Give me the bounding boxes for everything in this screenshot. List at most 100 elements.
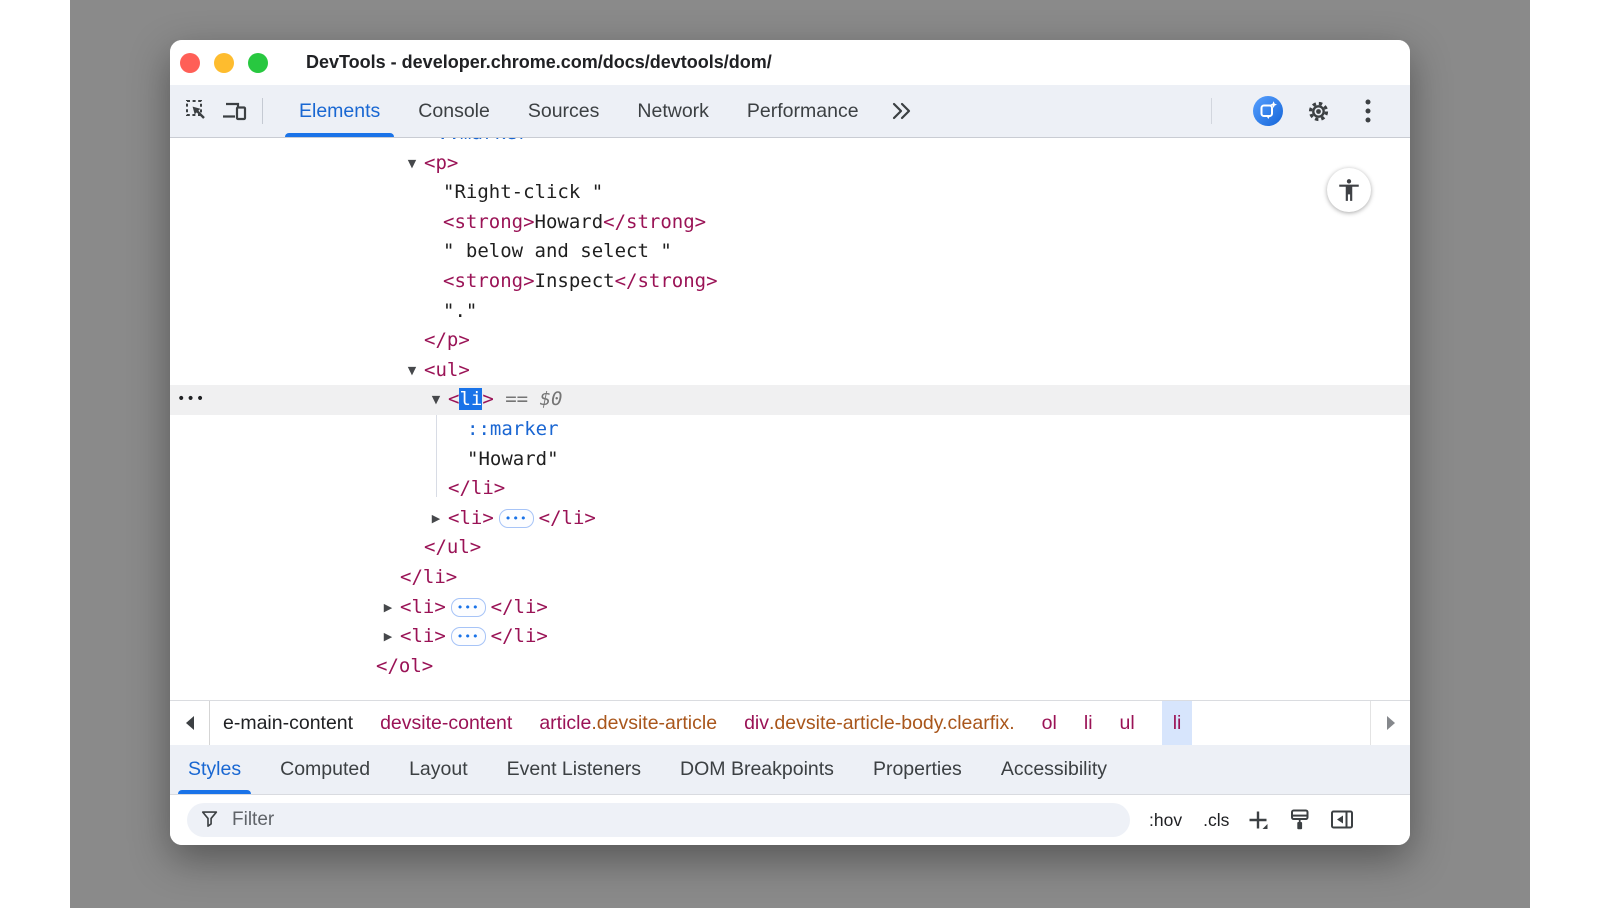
- styles-tab-computed[interactable]: Computed: [280, 745, 370, 794]
- dom-tree-row[interactable]: <strong>Howard</strong>: [170, 208, 1410, 238]
- dom-tree-row[interactable]: </ol>: [170, 652, 1410, 682]
- code-token: </strong>: [615, 270, 718, 292]
- breadcrumb-token: devsite-content: [380, 712, 512, 735]
- dom-tree-row[interactable]: <strong>Inspect</strong>: [170, 267, 1410, 297]
- filter-funnel-icon: [200, 808, 220, 833]
- breadcrumb-item[interactable]: e-main-content: [223, 701, 353, 745]
- toggle-element-classes-button[interactable]: .cls: [1201, 806, 1231, 835]
- row-actions-dots-icon[interactable]: •••: [177, 385, 205, 415]
- code-token: </p>: [424, 329, 470, 351]
- styles-tab-styles[interactable]: Styles: [188, 745, 241, 794]
- styles-tab-layout[interactable]: Layout: [409, 745, 468, 794]
- breadcrumb-item[interactable]: li: [1084, 701, 1093, 745]
- code-token: </li>: [491, 596, 548, 618]
- dom-tree-row[interactable]: "Howard": [170, 445, 1410, 475]
- code-token: $0: [540, 388, 563, 410]
- expand-arrow-right-icon[interactable]: ▶: [378, 593, 398, 623]
- dom-tree-row[interactable]: </li>: [170, 474, 1410, 504]
- dom-tree-row[interactable]: "Right-click ": [170, 178, 1410, 208]
- collapsed-content-icon[interactable]: •••: [499, 509, 534, 528]
- toolbar-right-divider: [1211, 98, 1212, 124]
- expand-arrow-right-icon[interactable]: ▶: [426, 504, 446, 534]
- dock-panel-icon[interactable]: [1327, 805, 1357, 835]
- code-token: </li>: [448, 477, 505, 499]
- styles-tab-accessibility[interactable]: Accessibility: [1001, 745, 1107, 794]
- code-token: "Howard": [467, 448, 559, 470]
- breadcrumb-token: .devsite-article-body.clearfix.: [769, 712, 1015, 735]
- tab-performance[interactable]: Performance: [728, 85, 878, 137]
- code-token: ::marker: [467, 418, 559, 440]
- zoom-button[interactable]: [248, 53, 268, 73]
- expand-arrow-down-icon[interactable]: ▼: [402, 149, 422, 179]
- expand-arrow-right-icon[interactable]: ▶: [378, 622, 398, 652]
- breadcrumb-list: e-main-contentdevsite-contentarticle.dev…: [210, 701, 1208, 745]
- dom-tree-row[interactable]: ▶<li>•••</li>: [170, 504, 1410, 534]
- more-options-icon[interactable]: [1352, 95, 1384, 127]
- breadcrumb-item[interactable]: devsite-content: [380, 701, 512, 745]
- dom-tree-row[interactable]: ▶<li>•••</li>: [170, 622, 1410, 652]
- code-token: <: [448, 388, 459, 410]
- dom-tree-row[interactable]: </ul>: [170, 533, 1410, 563]
- dom-tree-row[interactable]: ▼<ul>: [170, 356, 1410, 386]
- code-token: " below and select ": [443, 240, 672, 262]
- dom-tree-row[interactable]: </li>: [170, 563, 1410, 593]
- code-token: <p>: [424, 152, 458, 174]
- breadcrumb-token: e-main-content: [223, 712, 353, 735]
- code-token: "Right-click ": [443, 181, 603, 203]
- tab-elements[interactable]: Elements: [280, 85, 399, 137]
- inspect-element-icon[interactable]: [182, 96, 212, 126]
- settings-gear-icon[interactable]: [1302, 95, 1334, 127]
- breadcrumb-token: ol: [1042, 712, 1057, 735]
- code-token: >: [482, 388, 493, 410]
- code-token: </li>: [400, 566, 457, 588]
- code-token: </ul>: [424, 536, 481, 558]
- code-token: ".": [443, 300, 477, 322]
- breadcrumb-scroll-right-icon[interactable]: [1370, 701, 1410, 745]
- ai-assistance-icon[interactable]: [1252, 95, 1284, 127]
- code-token: <ul>: [424, 359, 470, 381]
- minimize-button[interactable]: [214, 53, 234, 73]
- title-bar: DevTools - developer.chrome.com/docs/dev…: [170, 40, 1410, 85]
- breadcrumb-item[interactable]: li: [1162, 701, 1193, 745]
- styles-tab-dom-breakpoints[interactable]: DOM Breakpoints: [680, 745, 834, 794]
- collapsed-content-icon[interactable]: •••: [451, 598, 486, 617]
- expand-arrow-down-icon[interactable]: ▼: [426, 385, 446, 415]
- toggle-hover-state-button[interactable]: :hov: [1147, 806, 1184, 835]
- tab-network[interactable]: Network: [618, 85, 728, 137]
- device-toolbar-icon[interactable]: [220, 96, 250, 126]
- breadcrumb-token: article: [539, 712, 591, 735]
- expand-arrow-down-icon[interactable]: ▼: [402, 356, 422, 386]
- collapsed-content-icon[interactable]: •••: [451, 627, 486, 646]
- dom-tree-row[interactable]: ▼<p>: [170, 149, 1410, 179]
- styles-tab-properties[interactable]: Properties: [873, 745, 962, 794]
- breadcrumb-token: li: [1173, 712, 1182, 735]
- code-token: <li>: [400, 596, 446, 618]
- breadcrumb-scroll-left-icon[interactable]: [170, 701, 210, 745]
- breadcrumb-item[interactable]: div.devsite-article-body.clearfix.: [744, 701, 1015, 745]
- dom-tree-row[interactable]: •••▼<li> == $0: [170, 385, 1410, 415]
- styles-tab-event-listeners[interactable]: Event Listeners: [507, 745, 641, 794]
- rendering-brush-icon[interactable]: [1285, 805, 1315, 835]
- breadcrumb-item[interactable]: article.devsite-article: [539, 701, 717, 745]
- breadcrumb-item[interactable]: ol: [1042, 701, 1057, 745]
- dom-tree-row[interactable]: ▶<li> ••• </li>: [170, 593, 1410, 623]
- accessibility-widget-button[interactable]: [1327, 168, 1371, 212]
- tab-console[interactable]: Console: [399, 85, 509, 137]
- new-style-rule-icon[interactable]: [1243, 805, 1273, 835]
- styles-tab-bar: Styles Computed Layout Event Listeners DOM B…: [170, 745, 1410, 795]
- dom-tree-row[interactable]: ::marker: [170, 415, 1410, 445]
- styles-filter-input[interactable]: [230, 808, 1117, 832]
- breadcrumb-item[interactable]: ul: [1120, 701, 1135, 745]
- more-tabs-icon[interactable]: [878, 100, 926, 122]
- code-token: <strong>: [443, 270, 535, 292]
- dom-tree-row[interactable]: " below and select ": [170, 237, 1410, 267]
- dom-tree-row[interactable]: ::marker: [170, 138, 1410, 149]
- dom-tree-row[interactable]: ".": [170, 297, 1410, 327]
- breadcrumb-token: div: [744, 712, 769, 735]
- breadcrumb-token: .devsite-article: [591, 712, 717, 735]
- tab-sources[interactable]: Sources: [509, 85, 619, 137]
- close-button[interactable]: [180, 53, 200, 73]
- breadcrumb-token: ul: [1120, 712, 1135, 735]
- dom-tree-row[interactable]: </p>: [170, 326, 1410, 356]
- styles-filter-field[interactable]: [187, 803, 1130, 837]
